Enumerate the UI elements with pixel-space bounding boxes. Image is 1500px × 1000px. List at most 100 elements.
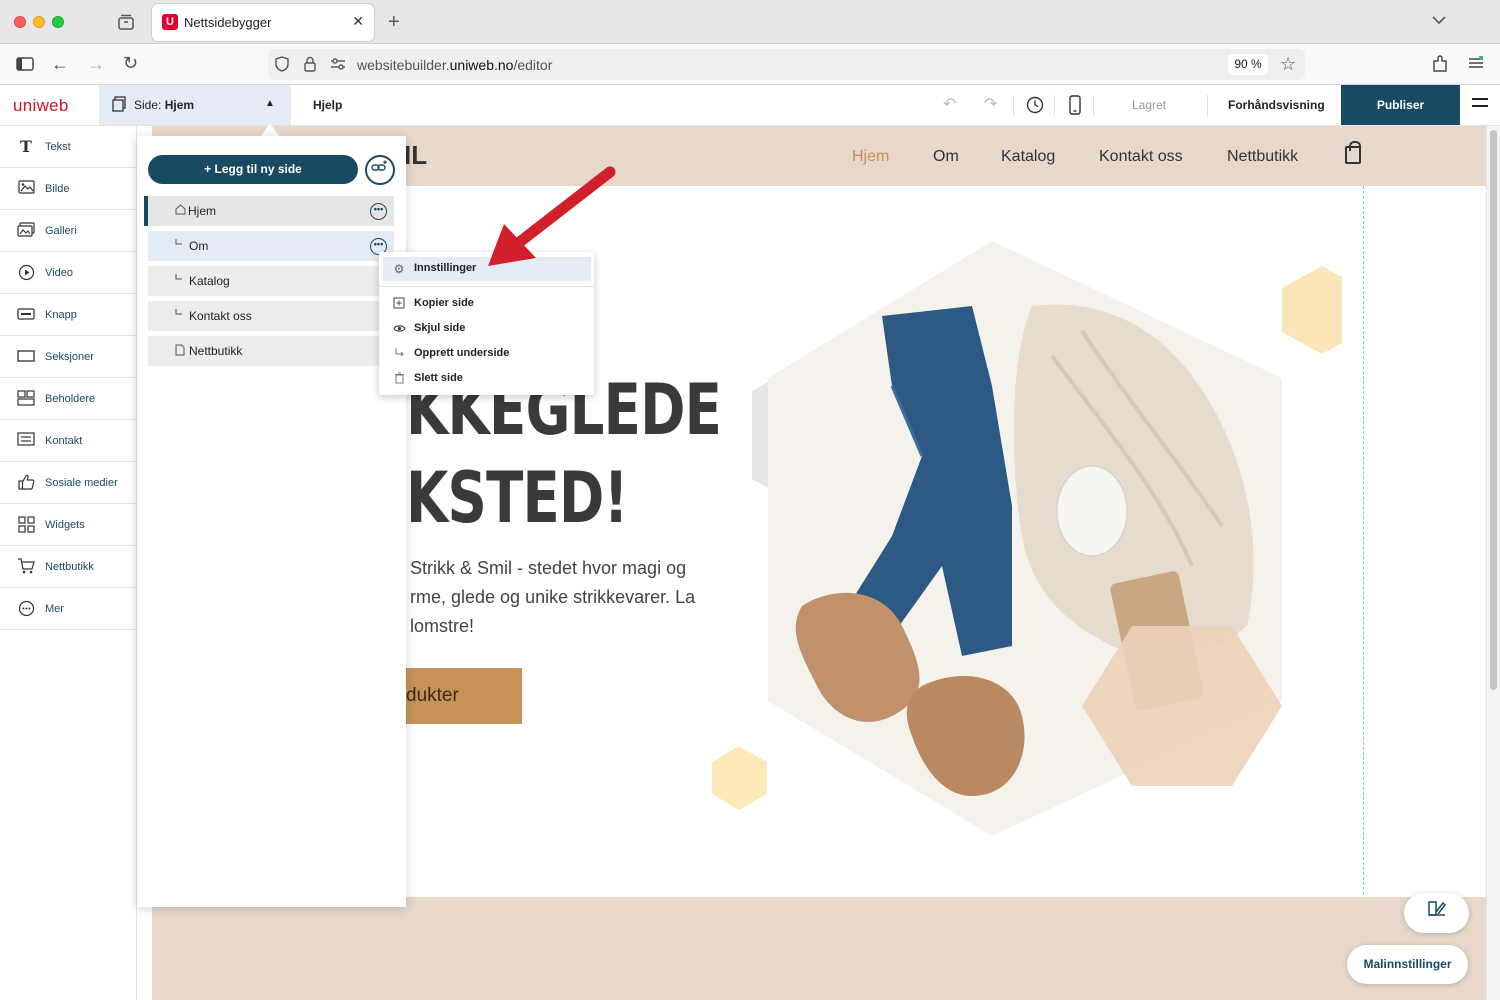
redo-icon[interactable]: ↷ [984, 97, 997, 113]
page-more-options-icon[interactable]: ••• [370, 203, 387, 220]
window-zoom-button[interactable] [52, 16, 64, 28]
browser-tab[interactable]: U Nettsidebygger ✕ [152, 4, 374, 41]
page-item-kontakt-oss[interactable]: Kontakt oss [148, 301, 394, 331]
hero-paragraph[interactable]: Strikk & Smil - stedet hvor magi og rme,… [410, 554, 730, 641]
shield-icon[interactable] [275, 56, 289, 76]
add-page-button[interactable]: + Legg til ny side [148, 155, 358, 184]
menu-item-create-subpage[interactable]: Opprett underside [383, 342, 591, 366]
menu-item-label: Slett side [414, 372, 463, 384]
chevron-down-icon[interactable] [1432, 12, 1446, 28]
url-text[interactable]: websitebuilder.uniweb.no/editor [357, 57, 552, 73]
hero-heading-line: KSTED! [406, 457, 629, 539]
window-close-button[interactable] [14, 16, 26, 28]
menu-item-delete-page[interactable]: Slett side [383, 367, 591, 391]
page-item-label: Nettbutikk [189, 344, 243, 358]
hero-cta-button[interactable]: dukter [402, 668, 522, 724]
tab-title: Nettsidebygger [184, 15, 272, 30]
menu-item-hide-page[interactable]: Skjul side [383, 317, 591, 341]
page-selector[interactable]: Side: Hjem ▲ [99, 85, 291, 125]
hero-clothing-image[interactable] [692, 236, 1342, 856]
add-link-icon[interactable] [365, 155, 395, 185]
subpage-icon [175, 274, 185, 286]
undo-icon[interactable]: ↶ [943, 97, 956, 113]
new-tab-icon[interactable]: + [388, 11, 400, 34]
page-selector-prefix: Side: [134, 98, 165, 112]
tool-button[interactable]: Knapp [0, 294, 137, 336]
zoom-level-badge[interactable]: 90 % [1228, 54, 1268, 75]
saved-status: Lagret [1132, 98, 1167, 112]
cart-icon [17, 558, 35, 576]
editor-top-bar: uniweb Side: Hjem ▲ Hjelp ↶ ↷ Lagret For… [0, 85, 1500, 126]
style-editor-button[interactable] [1404, 893, 1469, 933]
tool-text[interactable]: T Tekst [0, 126, 137, 168]
window-minimize-button[interactable] [33, 16, 45, 28]
button-icon [17, 306, 35, 324]
image-icon [17, 180, 35, 198]
tool-contact[interactable]: Kontakt [0, 420, 137, 462]
tool-video[interactable]: Video [0, 252, 137, 294]
site-next-section[interactable] [152, 897, 1486, 1000]
help-menu[interactable]: Hjelp [313, 98, 342, 112]
hamburger-menu-icon[interactable] [1472, 98, 1488, 112]
lock-icon[interactable] [304, 56, 316, 76]
site-nav-item[interactable]: Hjem [852, 148, 889, 166]
page-item-nettbutikk[interactable]: Nettbutikk [148, 336, 394, 366]
preview-button[interactable]: Forhåndsvisning [1228, 98, 1325, 112]
tool-gallery[interactable]: Galleri [0, 210, 137, 252]
divider [1013, 95, 1014, 115]
site-permissions-icon[interactable] [330, 57, 346, 75]
menu-divider [379, 286, 594, 287]
tool-label: Beholdere [45, 393, 96, 405]
mobile-view-icon[interactable] [1069, 95, 1081, 119]
divider [1093, 95, 1094, 115]
divider [1207, 95, 1208, 115]
history-clock-icon[interactable] [1026, 96, 1044, 118]
palette-brush-icon [1427, 901, 1446, 916]
app-menu-icon[interactable] [1468, 55, 1484, 74]
browser-nav-bar: ← → ↻ websitebuilder.uniweb.no/editor 90… [0, 44, 1500, 85]
tool-webshop[interactable]: Nettbutikk [0, 546, 137, 588]
tool-label: Widgets [45, 519, 85, 531]
tool-containers[interactable]: Beholdere [0, 378, 137, 420]
scrollbar-thumb[interactable] [1490, 130, 1497, 690]
tab-close-icon[interactable]: ✕ [352, 13, 364, 30]
site-nav-item[interactable]: Om [933, 148, 959, 166]
menu-item-copy-page[interactable]: Kopier side [383, 292, 591, 316]
page-item-label: Katalog [189, 274, 230, 288]
template-settings-button[interactable]: Malinnstillinger [1347, 945, 1468, 984]
tool-sections[interactable]: Seksjoner [0, 336, 137, 378]
caret-up-icon: ▲ [265, 98, 275, 109]
tool-more[interactable]: Mer [0, 588, 137, 630]
url-path: /editor [513, 57, 553, 73]
back-arrow-icon[interactable]: ← [51, 55, 69, 73]
tool-image[interactable]: Bilde [0, 168, 137, 210]
site-nav-item[interactable]: Nettbutikk [1227, 148, 1298, 166]
uniweb-logo[interactable]: uniweb [13, 96, 69, 116]
tool-widgets[interactable]: Widgets [0, 504, 137, 546]
uniweb-favicon-icon: U [162, 14, 178, 30]
page-item-label: Om [189, 239, 209, 253]
eye-icon [392, 322, 406, 336]
page-item-katalog[interactable]: Katalog [148, 266, 394, 296]
extensions-icon[interactable] [1432, 55, 1448, 77]
page-item-om[interactable]: Om ••• [148, 231, 394, 261]
tool-social-media[interactable]: Sosiale medier [0, 462, 137, 504]
tab-overview-icon[interactable] [117, 13, 135, 35]
canvas-scrollbar[interactable] [1486, 126, 1500, 1000]
trash-icon [392, 372, 406, 386]
site-nav-item[interactable]: Kontakt oss [1099, 148, 1183, 166]
sections-icon [17, 348, 35, 366]
sidebar-toggle-icon[interactable] [16, 57, 34, 75]
publish-button[interactable]: Publiser [1341, 85, 1460, 125]
address-bar[interactable]: websitebuilder.uniweb.no/editor 90 % ☆ [268, 49, 1305, 80]
layout-guide-line [1363, 186, 1364, 1000]
site-logo[interactable]: IL [404, 140, 427, 171]
pages-icon [112, 96, 126, 116]
site-nav-item[interactable]: Katalog [1001, 148, 1055, 166]
page-item-hjem[interactable]: Hjem ••• [144, 196, 394, 226]
forward-arrow-icon[interactable]: → [87, 55, 105, 73]
bookmark-star-icon[interactable]: ☆ [1280, 55, 1296, 73]
reload-icon[interactable]: ↻ [123, 54, 138, 72]
shopping-bag-icon[interactable] [1345, 141, 1361, 164]
element-toolbar: T Tekst Bilde Galleri Video Knapp Seksjo… [0, 126, 137, 1000]
